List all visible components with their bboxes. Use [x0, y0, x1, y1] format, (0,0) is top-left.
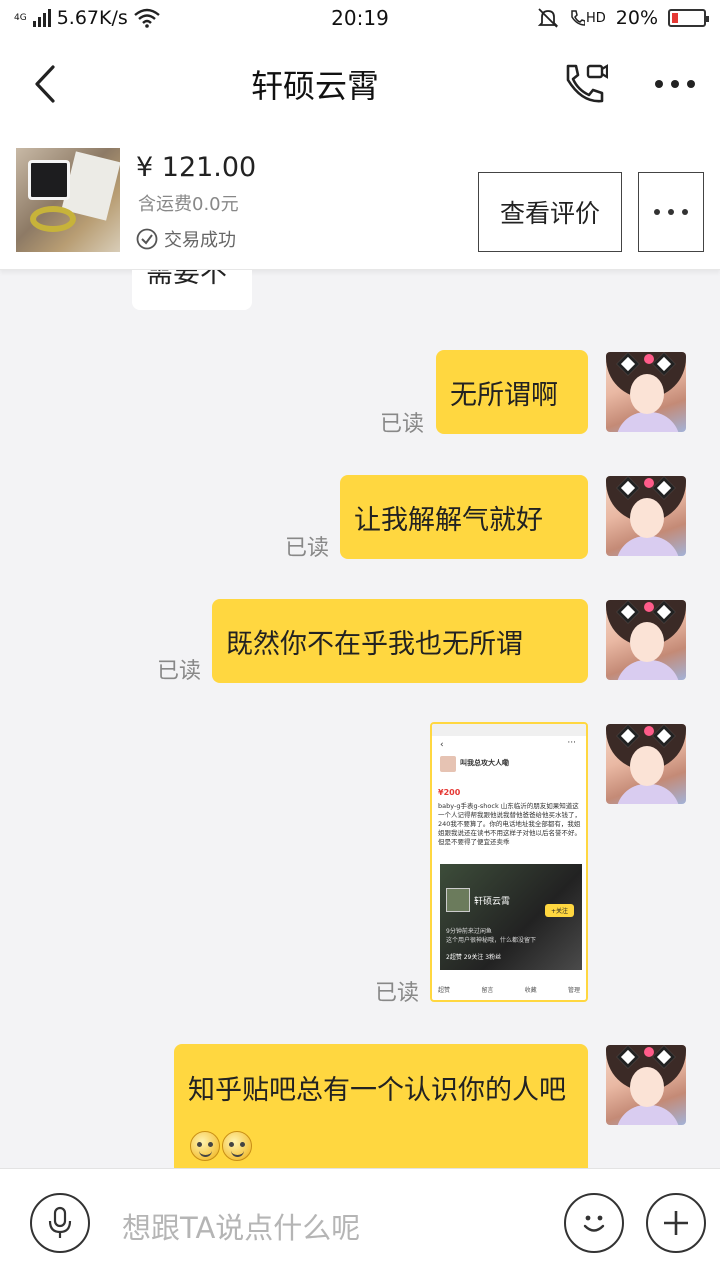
status-left: 4G 5.67K/s — [14, 7, 274, 29]
shot-back-icon: ‹ — [440, 740, 444, 750]
add-button[interactable] — [646, 1193, 706, 1253]
read-receipt: 已读 — [380, 412, 425, 437]
user-avatar[interactable] — [606, 476, 686, 556]
user-avatar[interactable] — [606, 724, 686, 804]
emoji-button[interactable] — [564, 1193, 624, 1253]
video-call-icon — [566, 64, 608, 103]
shot-description: baby-g手表g-shock 山东临沂的朋友如果知道这一个人记得帮我跟他说我替… — [438, 802, 581, 846]
microphone-icon — [48, 1206, 72, 1238]
shot-profile-avatar — [446, 888, 470, 912]
chat-title: 轩硕云霄 — [250, 67, 379, 105]
shot-profile-name: 轩硕云霄 — [474, 897, 511, 907]
check-circle-icon — [136, 228, 158, 250]
outgoing-message-bubble[interactable]: 让我解解气就好 — [340, 475, 588, 559]
shot-price: ¥200 — [438, 788, 461, 797]
shot-more-icon: ··· — [567, 738, 576, 748]
product-price: ¥ 121.00 — [136, 152, 257, 183]
outgoing-message-bubble[interactable]: 既然你不在乎我也无所谓 — [212, 599, 588, 683]
chat-header: 轩硕云霄 — [0, 36, 720, 132]
deal-status: 交易成功 — [136, 226, 236, 252]
outgoing-message-bubble[interactable]: 知乎贴吧总有一个认识你的人吧 — [174, 1044, 588, 1168]
shot-avatar — [440, 756, 456, 772]
battery-percent: 20% — [615, 7, 658, 29]
smile-emoji-icon — [190, 1130, 220, 1161]
shot-follow-button: +关注 — [544, 904, 574, 917]
incoming-message-bubble[interactable]: 需要不 — [132, 270, 252, 310]
user-avatar[interactable] — [606, 352, 686, 432]
read-receipt: 已读 — [157, 659, 202, 684]
status-time: 20:19 — [331, 6, 389, 30]
chat-screen: 4G 5.67K/s 20:19 HD 20% 轩硕云霄 ¥ 121.00 含运… — [0, 0, 720, 1280]
back-button[interactable] — [0, 36, 90, 132]
smile-icon — [583, 1215, 605, 1232]
product-thumbnail[interactable] — [16, 148, 120, 252]
more-button[interactable] — [630, 36, 720, 132]
read-receipt: 已读 — [285, 536, 330, 561]
more-icon — [654, 209, 688, 215]
read-receipt: 已读 — [375, 981, 420, 1006]
message-input[interactable]: 想跟TA说点什么呢 — [122, 1205, 360, 1247]
message-list[interactable]: 需要不 已读 无所谓啊 已读 让我解解气就好 已读 既然你不在乎我也无所谓 已读… — [0, 270, 720, 1168]
user-avatar[interactable] — [606, 600, 686, 680]
network-type: 4G — [14, 13, 27, 23]
more-icon — [655, 80, 695, 88]
shipping-fee: 含运费0.0元 — [138, 194, 239, 215]
hd-call-icon: HD — [569, 9, 606, 27]
smile-emoji-icon — [222, 1130, 252, 1161]
signal-icon — [32, 9, 51, 27]
wifi-icon — [134, 8, 160, 28]
product-more-button[interactable] — [638, 172, 704, 252]
user-avatar[interactable] — [606, 1045, 686, 1125]
network-speed: 5.67K/s — [56, 7, 128, 29]
status-bar: 4G 5.67K/s 20:19 HD 20% — [0, 0, 720, 36]
shot-line1: 9分钟前来过闲鱼 这个用户很神秘哦，什么都没留下 — [446, 928, 537, 944]
product-card: ¥ 121.00 含运费0.0元 交易成功 查看评价 — [0, 132, 720, 270]
video-call-button[interactable] — [540, 36, 630, 132]
plus-icon — [664, 1211, 688, 1235]
battery-icon — [668, 9, 709, 27]
shot-stats: 2超赞 29关注 3粉丝 — [446, 954, 502, 961]
mute-bell-icon — [537, 8, 559, 28]
message-input-bar: 想跟TA说点什么呢 — [0, 1168, 720, 1280]
shot-actions: 超赞 留言 收藏 管理 — [438, 987, 580, 994]
shot-profile-card: 轩硕云霄 +关注 9分钟前来过闲鱼 这个用户很神秘哦，什么都没留下 2超赞 29关… — [440, 864, 582, 970]
shot-seller-name: 叫我总攻大人嘞 — [460, 759, 509, 767]
outgoing-message-bubble[interactable]: 无所谓啊 — [436, 350, 588, 434]
voice-button[interactable] — [30, 1193, 90, 1253]
screenshot-image-message[interactable]: ‹ ··· 叫我总攻大人嘞 ¥200 baby-g手表g-shock 山东临沂的… — [430, 722, 588, 1002]
status-right: HD 20% — [446, 7, 709, 29]
battery-fill — [672, 13, 678, 23]
back-arrow-icon — [35, 65, 55, 103]
deal-status-text: 交易成功 — [164, 230, 236, 251]
view-review-button[interactable]: 查看评价 — [478, 172, 622, 252]
